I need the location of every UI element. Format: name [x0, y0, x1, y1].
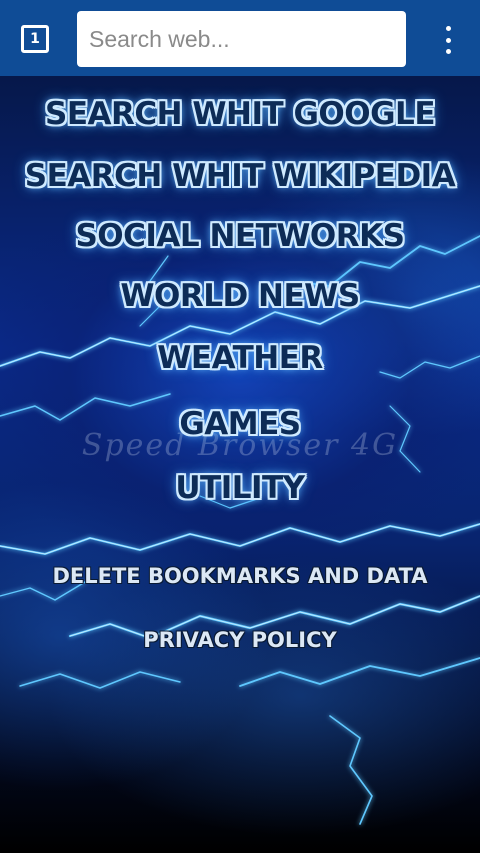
more-vert-icon[interactable]: [440, 26, 456, 54]
browser-toolbar: 1: [0, 0, 480, 76]
games-button[interactable]: GAMES: [0, 406, 480, 442]
weather-button[interactable]: WEATHER: [0, 340, 480, 376]
search-input[interactable]: [77, 11, 406, 67]
utility-button[interactable]: UTILITY: [0, 470, 480, 506]
home-page: Speed Browser 4G SEARCH WHIT GOOGLE SEAR…: [0, 76, 480, 853]
tab-count-button[interactable]: 1: [21, 25, 49, 53]
delete-bookmarks-button[interactable]: DELETE BOOKMARKS AND DATA: [0, 564, 480, 588]
privacy-policy-link[interactable]: PRIVACY POLICY: [0, 628, 480, 652]
search-google-button[interactable]: SEARCH WHIT GOOGLE: [0, 96, 480, 132]
world-news-button[interactable]: WORLD NEWS: [0, 278, 480, 314]
search-wikipedia-button[interactable]: SEARCH WHIT WIKIPEDIA: [0, 158, 480, 194]
social-networks-button[interactable]: SOCIAL NETWORKS: [0, 218, 480, 254]
